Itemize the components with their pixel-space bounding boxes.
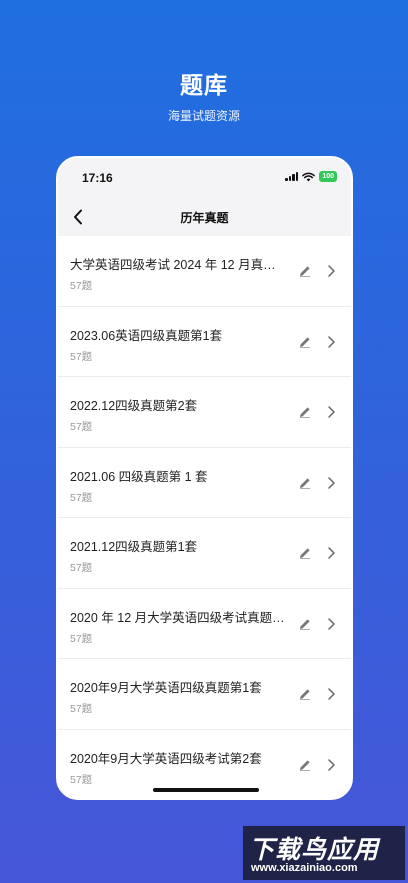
nav-bar: 历年真题	[58, 198, 351, 236]
chevron-right-icon	[328, 476, 335, 489]
item-count: 57题	[70, 280, 93, 292]
status-bar: 17:16 100	[58, 158, 351, 198]
status-icons: 100	[285, 171, 337, 182]
pencil-icon[interactable]	[298, 476, 312, 490]
watermark-logo-text: 下载鸟应用	[249, 836, 380, 864]
list-item[interactable]: 大学英语四级考试 2024 年 12 月真题第一套 57题	[58, 236, 351, 307]
item-count: 57题	[70, 562, 93, 574]
pencil-icon[interactable]	[298, 758, 312, 772]
list-item[interactable]: 2021.12四级真题第1套 57题	[58, 518, 351, 589]
chevron-right-icon	[328, 758, 335, 771]
battery-icon: 100	[319, 171, 337, 182]
wifi-icon	[302, 172, 316, 181]
list-item[interactable]: 2023.06英语四级真题第1套 57题	[58, 306, 351, 377]
phone-mockup: 17:16 100 历年真题 大学英语四级考试 2024 年 12 月真题第一套…	[56, 156, 353, 800]
item-title: 2022.12四级真题第2套	[70, 399, 198, 413]
hero-title: 题库	[180, 72, 228, 98]
pencil-icon[interactable]	[298, 264, 312, 278]
signal-icon	[285, 172, 299, 181]
item-count: 57题	[70, 350, 93, 363]
chevron-right-icon	[328, 688, 335, 700]
item-title: 2023.06英语四级真题第1套	[70, 328, 223, 343]
item-count: 57题	[70, 773, 93, 786]
list-item[interactable]: 2021.06 四级真题第 1 套 57题	[58, 447, 351, 518]
watermark-url: www.xiazainiao.com	[251, 862, 358, 874]
item-title: 2020 年 12 月大学英语四级考试真题第一套	[70, 610, 288, 625]
item-count: 57题	[70, 632, 93, 645]
chevron-right-icon	[328, 265, 335, 277]
pencil-icon[interactable]	[298, 687, 312, 701]
item-title: 2021.06 四级真题第 1 套	[70, 469, 208, 484]
chevron-right-icon	[328, 406, 335, 418]
list-item[interactable]: 2020年9月大学英语四级真题第1套 57题	[58, 659, 351, 730]
item-title: 大学英语四级考试 2024 年 12 月真题第一套	[70, 258, 288, 272]
item-count: 57题	[70, 703, 93, 715]
home-indicator	[153, 788, 259, 792]
pencil-icon[interactable]	[298, 405, 312, 419]
item-title: 2020年9月大学英语四级考试第2套	[70, 751, 262, 766]
item-count: 57题	[70, 421, 93, 433]
chevron-right-icon	[328, 547, 335, 559]
item-title: 2021.12四级真题第1套	[70, 540, 198, 554]
list-item[interactable]: 2022.12四级真题第2套 57题	[58, 377, 351, 448]
item-count: 57题	[70, 491, 93, 504]
pencil-icon[interactable]	[298, 546, 312, 560]
pencil-icon[interactable]	[298, 335, 312, 349]
watermark: 下载鸟应用 www.xiazainiao.com	[243, 826, 405, 880]
page-title: 历年真题	[180, 211, 229, 225]
chevron-right-icon	[328, 335, 335, 348]
hero-subtitle: 海量试题资源	[167, 109, 240, 123]
list-item[interactable]: 2020 年 12 月大学英语四级考试真题第一套 57题	[58, 588, 351, 659]
status-time: 17:16	[82, 171, 113, 185]
pencil-icon[interactable]	[298, 617, 312, 631]
chevron-right-icon	[328, 617, 335, 630]
item-title: 2020年9月大学英语四级真题第1套	[70, 681, 262, 695]
exam-list: 大学英语四级考试 2024 年 12 月真题第一套 57题 2023.06英语四…	[58, 236, 351, 798]
